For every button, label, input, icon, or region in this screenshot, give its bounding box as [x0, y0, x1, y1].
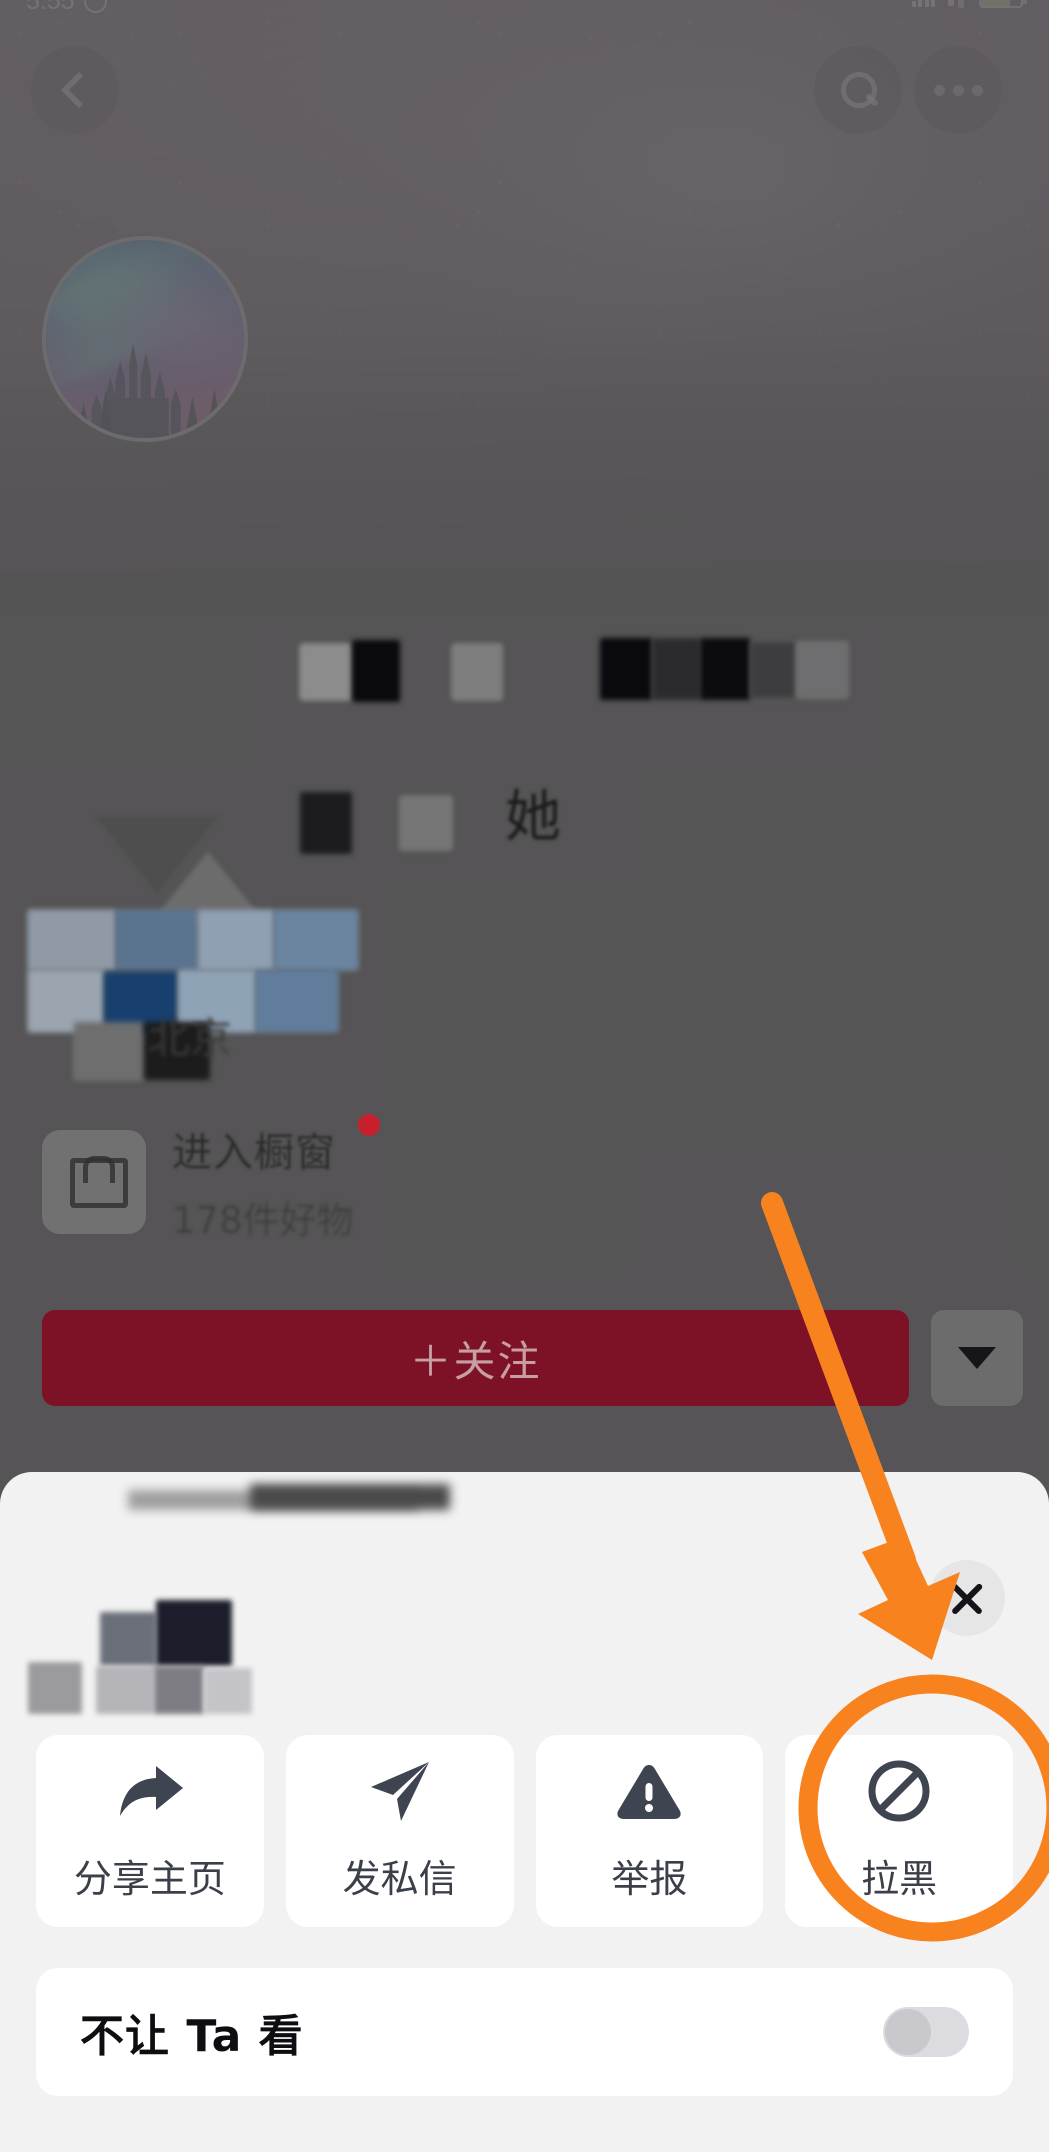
showcase-text: 进入橱窗 178件好物 [172, 1114, 380, 1244]
block-prohibition-icon [863, 1760, 935, 1822]
row-hide-from-user[interactable]: 不让 Ta 看 [36, 1968, 1013, 2096]
redaction-block [750, 642, 796, 698]
caret-down-icon [958, 1347, 996, 1369]
follow-row: ＋关注 [42, 1310, 1023, 1406]
redaction-block [198, 910, 274, 970]
redaction-block [652, 638, 700, 700]
hide-from-user-toggle[interactable] [883, 2007, 969, 2057]
redaction-block [250, 1484, 450, 1510]
phone-screenshot: 5:55 [0, 0, 1049, 2152]
row-label: 不让 Ta 看 [80, 2011, 304, 2062]
redaction-block [600, 638, 652, 700]
redaction-block [154, 1666, 204, 1714]
action-send-message[interactable]: 发私信 [285, 1735, 514, 1927]
action-report[interactable]: 举报 [535, 1735, 764, 1927]
action-label: 发私信 [342, 1856, 457, 1901]
redaction-block [96, 1666, 154, 1714]
action-label: 分享主页 [73, 1856, 226, 1901]
redaction-block [300, 644, 352, 700]
action-block[interactable]: 拉黑 [785, 1735, 1013, 1927]
shopping-bag-icon [70, 1156, 128, 1208]
redaction-block [700, 638, 750, 700]
action-label: 举报 [611, 1856, 688, 1901]
warning-triangle-icon [613, 1760, 685, 1822]
redaction-block [352, 640, 400, 702]
redaction-block [796, 642, 848, 698]
follow-dropdown-button[interactable] [931, 1310, 1023, 1406]
redaction-block [116, 910, 198, 970]
showcase-icon-wrap [42, 1130, 146, 1234]
redaction-block [452, 644, 502, 700]
action-label: 拉黑 [861, 1856, 938, 1901]
profile-location-text: 北京 [148, 1014, 233, 1063]
close-x-icon [947, 1578, 987, 1618]
close-button[interactable] [929, 1560, 1005, 1636]
redaction-block [204, 1668, 252, 1714]
sheet-header [0, 1472, 1049, 1727]
redaction-block [156, 1600, 232, 1666]
showcase-subtitle: 178件好物 [172, 1199, 354, 1242]
redaction-block [74, 1022, 144, 1080]
paper-plane-icon [364, 1760, 436, 1822]
profile-details-visible: 她 北京 进入橱窗 178件好物 ＋关注 [0, 620, 1049, 1528]
sheet-action-list: 分享主页 发私信 举报 拉黑 [36, 1735, 1013, 1927]
gender-marker: 她 [505, 785, 561, 850]
redaction-block [400, 796, 452, 850]
follow-button[interactable]: ＋关注 [42, 1310, 909, 1406]
action-share-homepage[interactable]: 分享主页 [36, 1735, 264, 1927]
toggle-knob [885, 2009, 931, 2055]
showcase-entry[interactable]: 进入橱窗 178件好物 [42, 1114, 380, 1244]
share-arrow-icon [114, 1760, 186, 1822]
red-dot-badge [357, 1114, 380, 1136]
redaction-block [256, 970, 338, 1032]
showcase-title: 进入橱窗 [172, 1130, 336, 1176]
redaction-block [300, 792, 352, 854]
redaction-block [28, 1662, 82, 1714]
redaction-block [28, 910, 116, 970]
profile-nickname-redacted [0, 620, 1049, 740]
redaction-block [274, 910, 358, 970]
redaction-block [100, 1612, 156, 1666]
